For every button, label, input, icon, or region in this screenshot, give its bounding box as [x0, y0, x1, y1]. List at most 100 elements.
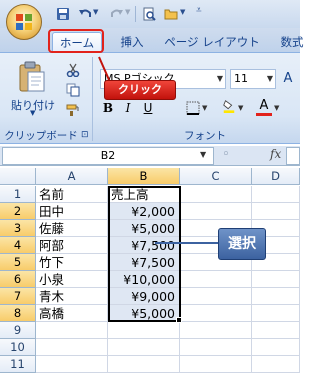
row-header[interactable]: 7: [0, 288, 36, 305]
cell-a[interactable]: 田中: [36, 203, 108, 220]
bold-icon[interactable]: B: [100, 99, 116, 117]
cell-b[interactable]: 売上高: [108, 186, 180, 203]
cell-b[interactable]: ¥5,000: [108, 220, 180, 237]
cell-d[interactable]: [252, 288, 300, 305]
redo-icon[interactable]: [110, 7, 124, 21]
cell-a[interactable]: 小泉: [36, 271, 108, 288]
row-header[interactable]: 2: [0, 203, 36, 220]
font-color-icon[interactable]: A: [256, 97, 272, 116]
fill-color-icon[interactable]: [222, 99, 236, 113]
font-size-combo[interactable]: 11 ▼: [230, 69, 276, 89]
tab-formulas[interactable]: 数式: [272, 32, 312, 52]
cell-c[interactable]: [180, 339, 252, 356]
font-size-dropdown-icon[interactable]: ▼: [267, 70, 273, 88]
row-header[interactable]: 1: [0, 186, 36, 203]
cell-a[interactable]: [36, 356, 108, 373]
paste-dropdown-icon[interactable]: ▼: [30, 109, 35, 117]
cell-b[interactable]: ¥7,500: [108, 237, 180, 254]
name-box-dropdown-icon[interactable]: ▼: [200, 147, 206, 163]
cell-d[interactable]: [252, 322, 300, 339]
fill-color-dropdown-icon[interactable]: ▼: [238, 104, 243, 112]
select-callout-line: [155, 242, 218, 244]
tab-insert[interactable]: 挿入: [112, 32, 152, 52]
open-dropdown-icon[interactable]: ▼: [180, 8, 185, 16]
undo-dropdown-icon[interactable]: ▼: [93, 8, 98, 16]
cell-c[interactable]: [180, 271, 252, 288]
undo-icon[interactable]: [78, 7, 92, 21]
cell-b[interactable]: [108, 356, 180, 373]
row-header[interactable]: 10: [0, 339, 36, 356]
cell-d[interactable]: [252, 339, 300, 356]
cell-d[interactable]: [252, 186, 300, 203]
cell-a[interactable]: [36, 322, 108, 339]
cell-c[interactable]: [180, 186, 252, 203]
redo-dropdown-icon[interactable]: ▼: [125, 8, 130, 16]
home-tab-highlight: [48, 29, 104, 53]
cell-b[interactable]: [108, 322, 180, 339]
cell-b[interactable]: [108, 339, 180, 356]
customize-toolbar-icon[interactable]: ⩡: [196, 5, 202, 16]
save-icon[interactable]: [56, 7, 70, 21]
cell-a[interactable]: 高橋: [36, 305, 108, 322]
cell-a[interactable]: [36, 339, 108, 356]
clipboard-group-label: クリップボード: [4, 130, 78, 142]
cell-b[interactable]: ¥10,000: [108, 271, 180, 288]
toolbar-separator: [135, 6, 136, 22]
cell-b[interactable]: ¥9,000: [108, 288, 180, 305]
cut-icon[interactable]: [66, 63, 80, 77]
copy-icon[interactable]: [66, 83, 80, 97]
cell-a[interactable]: 名前: [36, 186, 108, 203]
cell-c[interactable]: [180, 288, 252, 305]
cell-a[interactable]: 竹下: [36, 254, 108, 271]
fill-handle[interactable]: [176, 317, 182, 323]
column-header-d[interactable]: D: [252, 168, 300, 185]
name-box[interactable]: B2: [2, 147, 214, 165]
cell-d[interactable]: [252, 271, 300, 288]
borders-dropdown-icon[interactable]: ▼: [202, 104, 207, 112]
row-header[interactable]: 9: [0, 322, 36, 339]
cell-b[interactable]: ¥2,000: [108, 203, 180, 220]
splitter-icon[interactable]: ◦: [222, 147, 230, 162]
grow-font-icon[interactable]: A: [280, 70, 296, 88]
cell-a[interactable]: 青木: [36, 288, 108, 305]
column-header-a[interactable]: A: [36, 168, 108, 185]
font-name-dropdown-icon[interactable]: ▼: [217, 70, 223, 88]
clipboard-dialog-launcher-icon[interactable]: ⊡: [81, 130, 89, 140]
print-preview-icon[interactable]: [142, 7, 156, 21]
cell-b[interactable]: ¥5,000: [108, 305, 180, 322]
row-header[interactable]: 5: [0, 254, 36, 271]
underline-icon[interactable]: U: [140, 99, 156, 117]
cell-b[interactable]: ¥7,500: [108, 254, 180, 271]
font-color-dropdown-icon[interactable]: ▼: [274, 104, 279, 112]
formula-bar: B2 ▼ ◦ fx: [0, 146, 300, 166]
paste-icon[interactable]: [18, 61, 46, 93]
cell-c[interactable]: [180, 203, 252, 220]
column-header-b[interactable]: B: [108, 168, 180, 185]
italic-icon[interactable]: I: [120, 99, 136, 117]
row-header[interactable]: 3: [0, 220, 36, 237]
cell-c[interactable]: [180, 322, 252, 339]
cell-d[interactable]: [252, 305, 300, 322]
cell-c[interactable]: [180, 305, 252, 322]
format-painter-icon[interactable]: [66, 103, 80, 117]
font-size-value: 11: [234, 72, 248, 85]
row-header[interactable]: 8: [0, 305, 36, 322]
cell-a[interactable]: 阿部: [36, 237, 108, 254]
ribbon-tab-bar: ホーム 挿入 ページ レイアウト 数式: [0, 28, 304, 52]
column-header-c[interactable]: C: [180, 168, 252, 185]
row-header[interactable]: 4: [0, 237, 36, 254]
open-folder-icon[interactable]: [164, 7, 178, 21]
cell-c[interactable]: [180, 356, 252, 373]
insert-function-icon[interactable]: fx: [270, 147, 281, 161]
tab-page-layout[interactable]: ページ レイアウト: [162, 32, 262, 52]
formula-input[interactable]: [286, 147, 300, 165]
row-header[interactable]: 11: [0, 356, 36, 373]
office-button[interactable]: [6, 4, 42, 40]
select-all-corner[interactable]: [0, 168, 36, 185]
cell-a[interactable]: 佐藤: [36, 220, 108, 237]
row-header[interactable]: 6: [0, 271, 36, 288]
click-callout: クリック: [104, 80, 176, 100]
borders-icon[interactable]: [186, 101, 200, 115]
cell-d[interactable]: [252, 203, 300, 220]
cell-d[interactable]: [252, 356, 300, 373]
